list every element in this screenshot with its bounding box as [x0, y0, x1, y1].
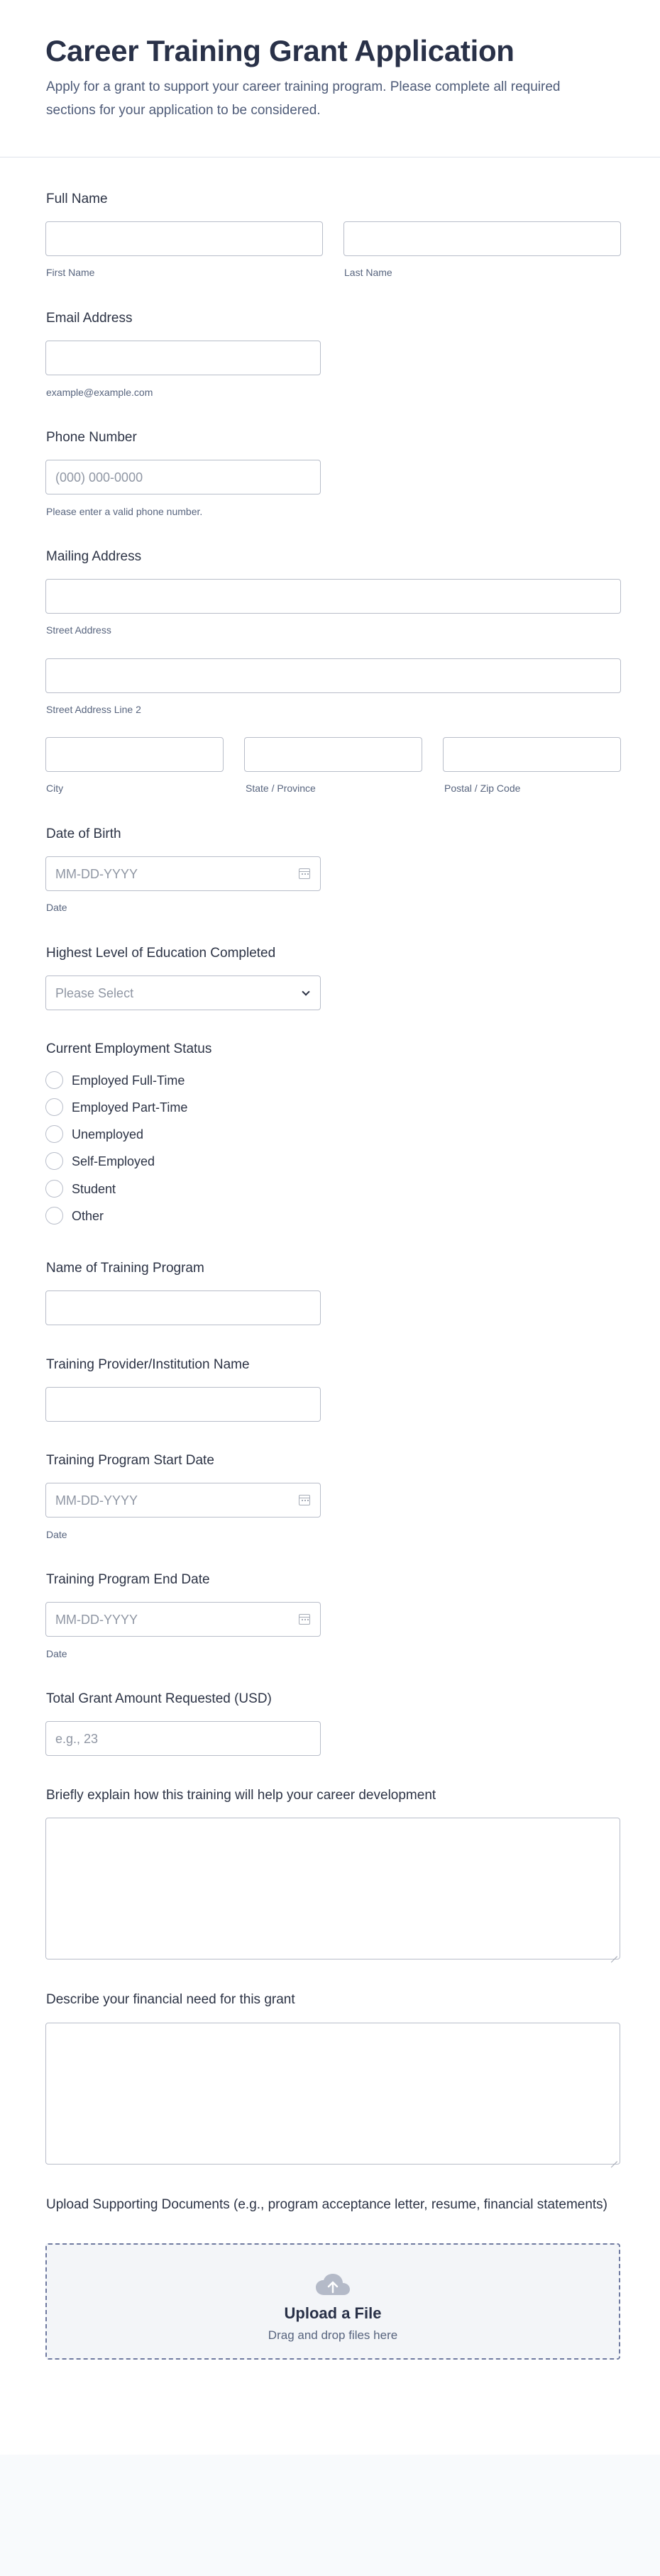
- radio-label: Self-Employed: [72, 1154, 155, 1168]
- phone-sublabel: Please enter a valid phone number.: [46, 506, 203, 517]
- zip-sublabel: Postal / Zip Code: [444, 783, 521, 794]
- email-label: Email Address: [46, 311, 133, 326]
- end-date-sublabel: Date: [46, 1648, 67, 1659]
- form-header: Career Training Grant Application Apply …: [0, 0, 660, 157]
- radio-button[interactable]: [45, 1098, 63, 1116]
- start-date-input[interactable]: MM-DD-YYYY: [45, 1483, 321, 1518]
- calendar-icon[interactable]: [299, 1614, 310, 1625]
- phone-placeholder: (000) 000-0000: [55, 470, 143, 485]
- education-select[interactable]: Please Select: [45, 975, 321, 1010]
- form-card: Career Training Grant Application Apply …: [0, 0, 660, 2455]
- start-date-placeholder: MM-DD-YYYY: [55, 1493, 138, 1508]
- radio-label: Other: [72, 1209, 104, 1223]
- radio-option[interactable]: Other: [45, 1206, 258, 1226]
- radio-button[interactable]: [45, 1125, 63, 1143]
- career-explain-textarea[interactable]: [45, 1818, 620, 1959]
- resize-handle[interactable]: [611, 2155, 617, 2162]
- radio-button[interactable]: [45, 1152, 63, 1170]
- upload-title: Upload a File: [284, 2304, 382, 2322]
- form-title: Career Training Grant Application: [45, 34, 515, 67]
- amount-placeholder: e.g., 23: [55, 1732, 99, 1746]
- first-name-sublabel: First Name: [46, 267, 95, 278]
- street-address-line2-sublabel: Street Address Line 2: [46, 704, 141, 715]
- radio-button[interactable]: [45, 1071, 63, 1089]
- radio-option[interactable]: Unemployed: [45, 1124, 258, 1144]
- last-name-input[interactable]: [343, 221, 621, 256]
- radio-option[interactable]: Self-Employed: [45, 1151, 258, 1171]
- radio-label: Student: [72, 1182, 116, 1196]
- phone-input[interactable]: (000) 000-0000: [45, 460, 321, 494]
- street-address-sublabel: Street Address: [46, 624, 111, 636]
- state-sublabel: State / Province: [246, 783, 316, 794]
- end-date-placeholder: MM-DD-YYYY: [55, 1613, 138, 1627]
- radio-label: Unemployed: [72, 1127, 144, 1141]
- end-date-label: Training Program End Date: [46, 1572, 210, 1587]
- email-sublabel: example@example.com: [46, 387, 153, 398]
- amount-input[interactable]: e.g., 23: [45, 1721, 321, 1756]
- program-name-input[interactable]: [45, 1290, 321, 1325]
- file-upload-dropzone[interactable]: Upload a File Drag and drop files here: [45, 2243, 620, 2360]
- cloud-upload-icon: [316, 2274, 350, 2295]
- street-address-line2-input[interactable]: [45, 658, 621, 693]
- upload-label: Upload Supporting Documents (e.g., progr…: [46, 2197, 608, 2212]
- end-date-input[interactable]: MM-DD-YYYY: [45, 1602, 321, 1637]
- state-input[interactable]: [244, 737, 422, 772]
- full-name-label: Full Name: [46, 192, 108, 206]
- radio-option[interactable]: Employed Part-Time: [45, 1098, 258, 1117]
- dob-label: Date of Birth: [46, 827, 121, 841]
- street-address-input[interactable]: [45, 579, 621, 614]
- zip-input[interactable]: [443, 737, 621, 772]
- start-date-label: Training Program Start Date: [46, 1453, 214, 1468]
- provider-input[interactable]: [45, 1387, 321, 1422]
- city-input[interactable]: [45, 737, 224, 772]
- form-description: Apply for a grant to support your career…: [46, 79, 561, 118]
- address-label: Mailing Address: [46, 549, 142, 564]
- start-date-sublabel: Date: [46, 1529, 67, 1540]
- provider-label: Training Provider/Institution Name: [46, 1357, 250, 1372]
- education-placeholder: Please Select: [55, 986, 134, 1000]
- employment-label: Current Employment Status: [46, 1041, 212, 1056]
- dob-placeholder: MM-DD-YYYY: [55, 867, 138, 881]
- calendar-icon[interactable]: [299, 868, 310, 879]
- program-name-label: Name of Training Program: [46, 1261, 204, 1276]
- dob-input[interactable]: MM-DD-YYYY: [45, 856, 321, 891]
- first-name-input[interactable]: [45, 221, 323, 256]
- city-sublabel: City: [46, 783, 64, 794]
- radio-label: Employed Part-Time: [72, 1100, 188, 1115]
- financial-need-textarea[interactable]: [45, 2023, 620, 2165]
- radio-label: Employed Full-Time: [72, 1073, 185, 1088]
- resize-handle[interactable]: [611, 1950, 617, 1957]
- radio-button[interactable]: [45, 1207, 63, 1225]
- dob-sublabel: Date: [46, 902, 67, 913]
- radio-option[interactable]: Student: [45, 1179, 258, 1199]
- calendar-icon[interactable]: [299, 1495, 310, 1505]
- amount-label: Total Grant Amount Requested (USD): [46, 1691, 272, 1706]
- financial-need-label: Describe your financial need for this gr…: [46, 1992, 295, 2007]
- education-label: Highest Level of Education Completed: [46, 946, 276, 961]
- upload-subtitle: Drag and drop files here: [268, 2328, 398, 2342]
- career-explain-label: Briefly explain how this training will h…: [46, 1788, 436, 1803]
- email-input[interactable]: [45, 341, 321, 375]
- chevron-down-icon: [302, 988, 310, 996]
- phone-label: Phone Number: [46, 430, 137, 445]
- last-name-sublabel: Last Name: [344, 267, 392, 278]
- radio-option[interactable]: Employed Full-Time: [45, 1071, 258, 1090]
- radio-button[interactable]: [45, 1180, 63, 1198]
